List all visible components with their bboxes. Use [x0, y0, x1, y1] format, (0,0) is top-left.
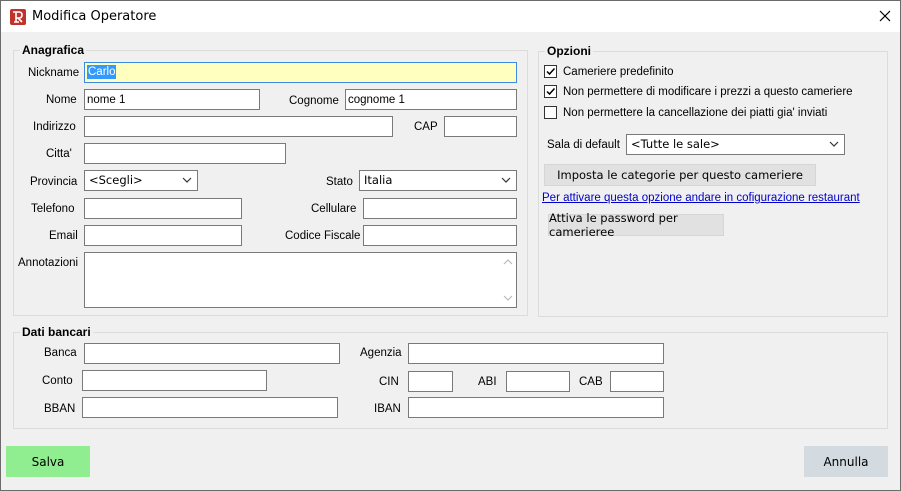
conto-label: Conto [42, 375, 73, 387]
checkbox-label: Non permettere la cancellazione dei piat… [563, 106, 828, 119]
nome-input[interactable] [84, 89, 260, 110]
provincia-label: Provincia [30, 176, 78, 188]
chevron-down-icon [182, 177, 192, 183]
agenzia-label: Agenzia [360, 347, 402, 359]
annotazioni-textarea[interactable] [84, 252, 517, 308]
stato-select[interactable]: Italia [359, 170, 517, 191]
checkbox-label: Cameriere predefinito [563, 65, 674, 78]
close-button[interactable] [870, 1, 900, 31]
conto-input[interactable] [82, 370, 267, 391]
sala-default-value: <Tutte le sale> [631, 137, 720, 151]
close-icon [879, 10, 891, 22]
check-icon [546, 67, 556, 76]
agenzia-input[interactable] [408, 343, 664, 364]
anagrafica-title: Anagrafica [20, 43, 87, 57]
codice-fiscale-label: Codice Fiscale [285, 230, 361, 242]
banca-label: Banca [44, 347, 77, 359]
scroll-up-icon[interactable] [503, 257, 513, 267]
cab-label: CAB [579, 376, 603, 388]
stato-label: Stato [326, 176, 353, 188]
email-input[interactable] [84, 225, 242, 246]
sala-default-select[interactable]: <Tutte le sale> [626, 134, 845, 155]
attiva-password-button[interactable]: Attiva le password per camerieree [548, 211, 724, 239]
checkbox-box[interactable] [544, 85, 557, 98]
nickname-input[interactable] [84, 62, 517, 83]
cognome-label: Cognome [289, 95, 339, 107]
imposta-categorie-button[interactable]: Imposta le categorie per questo camerier… [544, 164, 816, 186]
window-title: Modifica Operatore [32, 9, 157, 24]
stato-value: Italia [364, 173, 393, 187]
save-button[interactable]: Salva [6, 446, 90, 477]
cognome-input[interactable] [345, 89, 517, 110]
citta-label: Citta' [46, 148, 72, 160]
indirizzo-label: Indirizzo [33, 121, 76, 133]
checkbox-non-cancellazione-piatti[interactable]: Non permettere la cancellazione dei piat… [544, 106, 827, 119]
iban-label: IBAN [374, 403, 401, 415]
sala-default-label: Sala di default [547, 139, 620, 151]
chevron-down-icon [829, 141, 839, 147]
cap-label: CAP [414, 121, 438, 133]
bban-label: BBAN [44, 403, 76, 415]
indirizzo-input[interactable] [84, 116, 393, 137]
nome-label: Nome [46, 94, 77, 106]
cellulare-input[interactable] [363, 198, 517, 219]
provincia-select[interactable]: <Scegli> [84, 170, 198, 191]
nickname-selection: Carlo [87, 65, 117, 79]
configurazione-restaurant-link[interactable]: Per attivare questa opzione andare in co… [542, 192, 860, 204]
title-bar: Modifica Operatore [1, 1, 900, 32]
annotazioni-label: Annotazioni [18, 257, 79, 269]
cellulare-label: Cellulare [311, 203, 357, 215]
banca-input[interactable] [84, 343, 340, 364]
opzioni-title: Opzioni [545, 44, 593, 58]
checkbox-box[interactable] [544, 106, 557, 119]
codice-fiscale-input[interactable] [363, 225, 517, 246]
nickname-label: Nickname [28, 67, 80, 79]
checkbox-label: Non permettere di modificare i prezzi a … [563, 85, 853, 98]
check-icon [546, 87, 556, 96]
checkbox-cameriere-predefinito[interactable]: Cameriere predefinito [544, 65, 674, 78]
app-logo-icon [10, 9, 26, 25]
bban-input[interactable] [82, 397, 338, 418]
provincia-value: <Scegli> [89, 173, 143, 187]
telefono-input[interactable] [84, 198, 242, 219]
cancel-button[interactable]: Annulla [804, 446, 888, 477]
checkbox-non-modificare-prezzi[interactable]: Non permettere di modificare i prezzi a … [544, 85, 853, 98]
dialog-window: Modifica Operatore Anagrafica Nickname C… [0, 0, 901, 491]
scroll-down-icon[interactable] [503, 293, 513, 303]
email-label: Email [49, 230, 78, 242]
chevron-down-icon [501, 177, 511, 183]
cap-input[interactable] [444, 116, 517, 137]
cab-input[interactable] [610, 371, 664, 392]
telefono-label: Telefono [31, 203, 75, 215]
checkbox-box[interactable] [544, 65, 557, 78]
citta-input[interactable] [84, 143, 286, 164]
abi-label: ABI [478, 376, 497, 388]
cin-label: CIN [379, 376, 399, 388]
dati-bancari-title: Dati bancari [20, 325, 93, 339]
iban-input[interactable] [408, 397, 664, 418]
cin-input[interactable] [408, 371, 453, 392]
annotazioni-scrollbar[interactable] [500, 253, 516, 307]
abi-input[interactable] [506, 371, 570, 392]
